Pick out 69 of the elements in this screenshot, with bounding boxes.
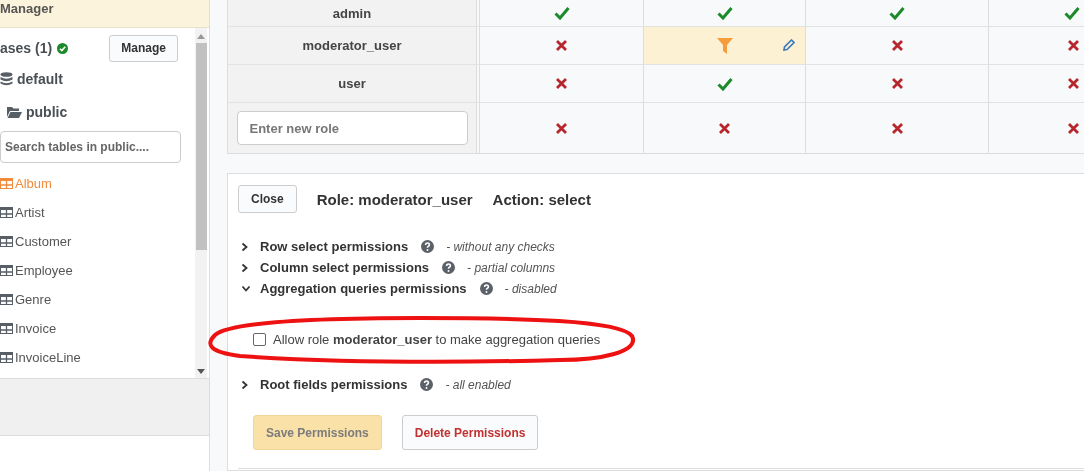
chevron-right-icon[interactable] bbox=[241, 379, 248, 390]
check-icon bbox=[716, 6, 733, 20]
table-icon bbox=[0, 294, 13, 305]
check-icon bbox=[889, 6, 905, 20]
help-icon bbox=[479, 282, 493, 295]
table-item[interactable]: Employee bbox=[15, 263, 73, 278]
cross-icon bbox=[1067, 77, 1080, 90]
section-toggle[interactable]: Root fields permissions bbox=[260, 377, 408, 392]
section-status: - all enabled bbox=[445, 377, 511, 392]
table-icon bbox=[0, 207, 13, 218]
folder-icon bbox=[7, 105, 22, 118]
pencil-icon[interactable] bbox=[783, 39, 795, 51]
databases-label: ases (1) bbox=[0, 40, 53, 56]
check-icon bbox=[716, 76, 733, 91]
section-status: - without any checks bbox=[446, 239, 555, 254]
cross-icon bbox=[555, 77, 568, 90]
table-icon bbox=[0, 352, 13, 363]
chevron-down-icon[interactable] bbox=[241, 285, 251, 292]
section-status: - disabled bbox=[504, 281, 557, 296]
table-icon bbox=[0, 236, 13, 247]
table-icon bbox=[0, 323, 13, 334]
scrollbar[interactable] bbox=[195, 28, 207, 378]
help-icon bbox=[421, 240, 435, 253]
table-icon bbox=[0, 265, 13, 276]
chevron-right-icon[interactable] bbox=[241, 262, 248, 273]
role-title: Role: moderator_user bbox=[316, 190, 473, 208]
funnel-icon bbox=[716, 37, 733, 54]
section-toggle[interactable]: Column select permissions bbox=[260, 260, 430, 275]
section-status: - partial columns bbox=[467, 260, 556, 275]
new-role-field[interactable]: Enter new role bbox=[236, 111, 468, 145]
close-button[interactable]: Close bbox=[238, 185, 297, 213]
cross-icon bbox=[890, 39, 904, 52]
check-icon bbox=[553, 6, 570, 20]
checkbox[interactable] bbox=[253, 333, 266, 346]
table-item[interactable]: Invoice bbox=[15, 321, 57, 336]
role-name: admin bbox=[227, 0, 477, 26]
cross-icon bbox=[718, 121, 731, 135]
permission-cell[interactable] bbox=[643, 27, 805, 64]
table-item[interactable]: Genre bbox=[15, 292, 52, 307]
cross-icon bbox=[1067, 121, 1080, 135]
delete-button[interactable]: Delete Permissions bbox=[401, 415, 539, 450]
schema-item[interactable]: public bbox=[26, 103, 68, 120]
chevron-right-icon[interactable] bbox=[241, 241, 248, 252]
cross-icon bbox=[890, 121, 904, 135]
cross-icon bbox=[555, 39, 568, 52]
section-toggle[interactable]: Row select permissions bbox=[260, 239, 409, 254]
cross-icon bbox=[890, 77, 904, 90]
check-icon bbox=[1064, 6, 1080, 20]
scrollbar-thumb[interactable] bbox=[195, 43, 207, 250]
manage-button[interactable]: Manage bbox=[109, 34, 178, 62]
action-title: Action: select bbox=[492, 190, 591, 208]
database-icon bbox=[0, 71, 13, 86]
help-icon bbox=[420, 378, 434, 391]
scroll-down-icon[interactable] bbox=[197, 369, 205, 374]
section-title: Manager bbox=[0, 1, 55, 16]
role-name: user bbox=[227, 65, 477, 102]
table-item[interactable]: InvoiceLine bbox=[15, 350, 81, 365]
role-name: moderator_user bbox=[227, 27, 477, 64]
table-item[interactable]: Artist bbox=[15, 205, 45, 220]
database-item[interactable]: default bbox=[17, 70, 63, 87]
search-field[interactable]: Search tables in public.... bbox=[0, 131, 181, 163]
help-icon bbox=[442, 261, 456, 274]
table-item[interactable]: Customer bbox=[15, 234, 72, 249]
cross-icon bbox=[1067, 39, 1080, 52]
scroll-up-icon[interactable] bbox=[197, 34, 205, 39]
checkbox-label: Allow role moderator_user to make aggregation queries bbox=[273, 332, 601, 347]
section-toggle[interactable]: Aggregation queries permissions bbox=[260, 281, 467, 296]
table-icon bbox=[0, 178, 13, 189]
cross-icon bbox=[555, 121, 568, 135]
